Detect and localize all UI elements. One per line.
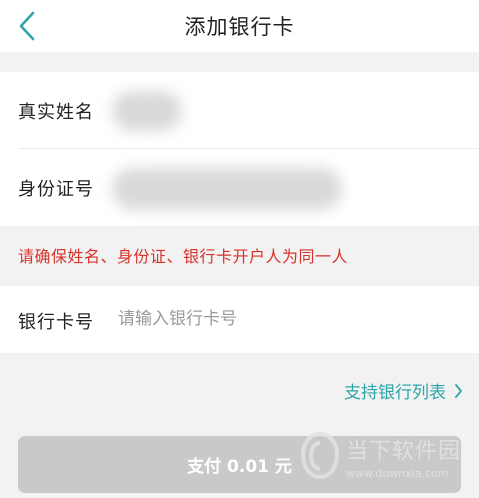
warning-text: 请确保姓名、身份证、银行卡开户人为同一人 <box>18 247 349 266</box>
back-button[interactable] <box>12 8 42 44</box>
bank-card-label: 银行卡号 <box>18 312 94 333</box>
supported-banks-link[interactable]: 支持银行列表 <box>344 378 463 403</box>
header-bar: 添加银行卡 <box>0 0 479 52</box>
watermark-name: 当下软件园 <box>346 438 462 464</box>
watermark-logo-icon <box>300 431 340 480</box>
name-row: 真实姓名 <box>0 72 479 149</box>
name-label: 真实姓名 <box>18 101 94 123</box>
identity-card: 真实姓名 身份证号 <box>0 72 479 226</box>
watermark: 当下软件园 www.downxia.com <box>300 428 470 484</box>
id-label: 身份证号 <box>18 178 94 200</box>
id-value-redacted <box>112 168 342 210</box>
page-title: 添加银行卡 <box>184 15 295 39</box>
bank-card-input[interactable] <box>118 302 448 336</box>
chevron-right-icon <box>454 383 463 398</box>
supported-banks-label: 支持银行列表 <box>344 383 446 403</box>
chevron-left-icon <box>19 11 35 41</box>
watermark-url: www.downxia.com <box>346 466 449 480</box>
bank-card-row: 银行卡号 <box>0 286 479 353</box>
id-row: 身份证号 <box>0 149 479 226</box>
name-value-redacted <box>112 91 182 131</box>
